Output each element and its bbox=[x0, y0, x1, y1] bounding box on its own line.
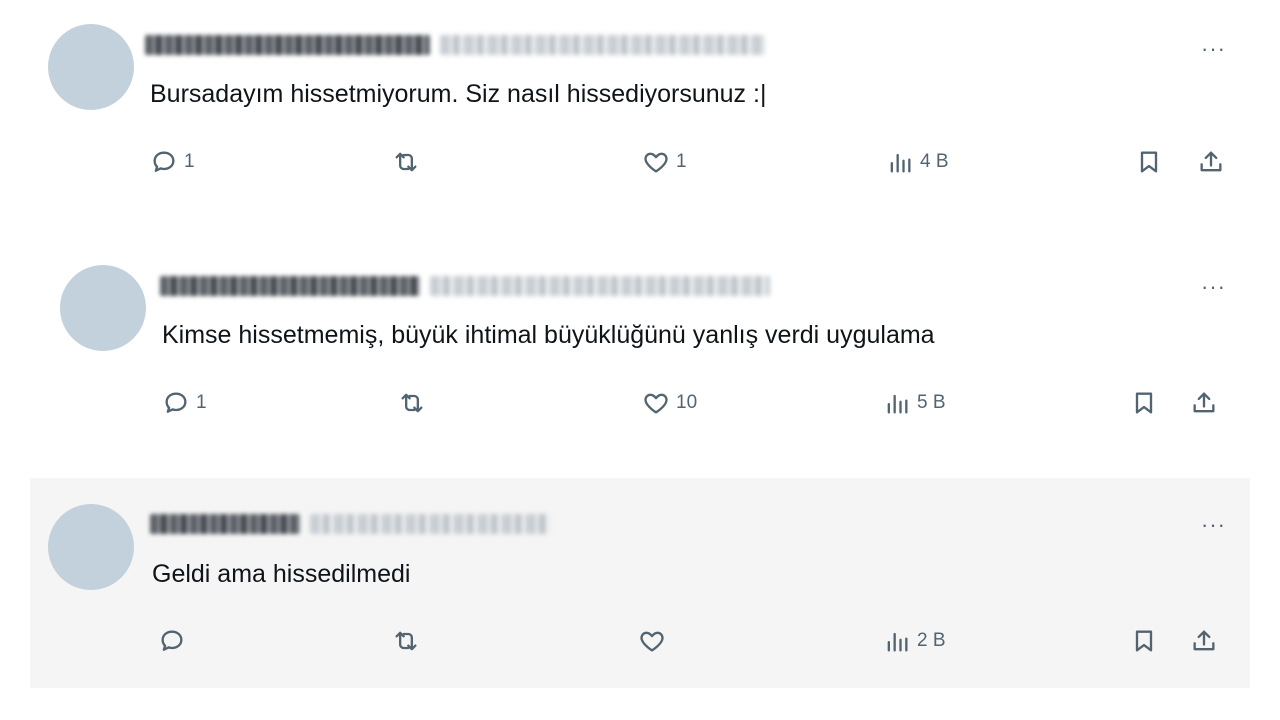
author-row bbox=[145, 30, 765, 60]
bookmark-icon bbox=[1140, 151, 1158, 173]
author-name-blurred[interactable] bbox=[150, 514, 300, 534]
reply-icon bbox=[153, 151, 175, 172]
author-name-blurred[interactable] bbox=[145, 35, 430, 55]
reply-button[interactable]: 1 bbox=[162, 383, 207, 423]
bookmark-button[interactable] bbox=[1130, 383, 1158, 423]
tweet-text: Kimse hissetmemiş, büyük ihtimal büyüklü… bbox=[162, 321, 935, 349]
views-icon bbox=[890, 153, 911, 173]
views-button[interactable]: 4 B bbox=[886, 142, 949, 182]
author-row bbox=[150, 509, 550, 539]
bookmark-button[interactable] bbox=[1130, 621, 1158, 661]
author-name-blurred[interactable] bbox=[160, 276, 420, 296]
reply-button[interactable] bbox=[158, 621, 192, 661]
author-handle-blurred[interactable] bbox=[310, 514, 550, 534]
retweet-icon bbox=[401, 393, 423, 413]
author-handle-blurred[interactable] bbox=[440, 35, 765, 55]
share-button[interactable] bbox=[1190, 383, 1218, 423]
reply-icon bbox=[161, 630, 183, 651]
views-icon bbox=[887, 632, 908, 652]
retweet-button[interactable] bbox=[392, 142, 426, 182]
tweet-2[interactable]: ··· Kimse hissetmemiş, büyük ihtimal büy… bbox=[30, 240, 1250, 460]
tweet-3[interactable]: ··· Geldi ama hissedilmedi 2 B bbox=[30, 478, 1250, 688]
like-button[interactable]: 10 bbox=[642, 383, 697, 423]
share-icon bbox=[1193, 392, 1215, 413]
retweet-button[interactable] bbox=[398, 383, 432, 423]
reply-icon bbox=[165, 392, 187, 413]
retweet-icon bbox=[395, 631, 417, 651]
action-bar: 1 1 4 B bbox=[30, 142, 1250, 182]
like-count: 1 bbox=[676, 151, 687, 172]
view-count: 5 B bbox=[917, 392, 946, 413]
reply-button[interactable]: 1 bbox=[150, 142, 195, 182]
tweet-text: Bursadayım hissetmiyorum. Siz nasıl hiss… bbox=[150, 80, 767, 108]
avatar[interactable] bbox=[60, 265, 146, 351]
share-button[interactable] bbox=[1197, 142, 1225, 182]
like-icon bbox=[644, 152, 668, 173]
more-icon[interactable]: ··· bbox=[1201, 514, 1226, 536]
share-icon bbox=[1200, 151, 1222, 172]
views-button[interactable]: 2 B bbox=[883, 621, 946, 661]
view-count: 4 B bbox=[920, 151, 949, 172]
views-icon bbox=[887, 394, 908, 414]
more-icon[interactable]: ··· bbox=[1201, 276, 1226, 298]
retweet-icon bbox=[395, 152, 417, 172]
reply-count: 1 bbox=[184, 151, 195, 172]
views-button[interactable]: 5 B bbox=[883, 383, 946, 423]
bookmark-icon bbox=[1135, 392, 1153, 414]
like-button[interactable] bbox=[638, 621, 672, 661]
like-count: 10 bbox=[676, 392, 698, 413]
like-icon bbox=[640, 631, 664, 652]
retweet-button[interactable] bbox=[392, 621, 426, 661]
share-button[interactable] bbox=[1190, 621, 1218, 661]
share-icon bbox=[1193, 630, 1215, 651]
avatar[interactable] bbox=[48, 24, 134, 110]
more-icon[interactable]: ··· bbox=[1201, 38, 1226, 60]
avatar[interactable] bbox=[48, 504, 134, 590]
like-icon bbox=[644, 393, 668, 414]
reply-count: 1 bbox=[196, 392, 207, 413]
action-bar: 1 10 5 B bbox=[30, 383, 1250, 423]
author-handle-blurred[interactable] bbox=[430, 276, 770, 296]
view-count: 2 B bbox=[917, 630, 946, 651]
action-bar: 2 B bbox=[30, 621, 1250, 661]
bookmark-icon bbox=[1135, 630, 1153, 652]
bookmark-button[interactable] bbox=[1135, 142, 1163, 182]
tweet-1[interactable]: ··· Bursadayım hissetmiyorum. Siz nasıl … bbox=[30, 0, 1250, 230]
tweet-text: Geldi ama hissedilmedi bbox=[152, 560, 411, 588]
author-row bbox=[160, 271, 770, 301]
like-button[interactable]: 1 bbox=[642, 142, 687, 182]
